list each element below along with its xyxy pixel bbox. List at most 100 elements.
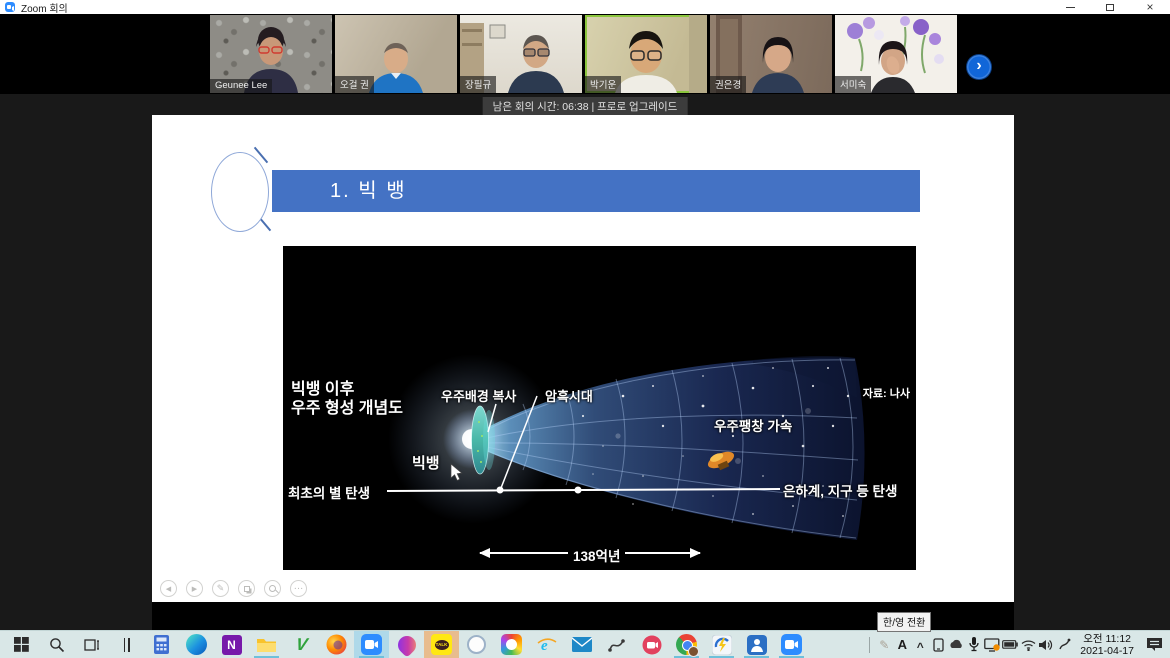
big-bang-diagram-image: 빅뱅 이후 우주 형성 개념도 우주배경 복사 암흑시대 자료: 나사 우주팽창…	[283, 246, 916, 570]
next-participants-button[interactable]	[967, 55, 991, 79]
label-cosmic-background: 우주배경 복사	[441, 386, 516, 405]
meeting-content-area: 남은 회의 시간: 06:38 | 프로로 업그레이드 1. 빅 뱅	[0, 94, 1170, 630]
file-explorer-button[interactable]	[249, 631, 284, 658]
edge-icon	[186, 634, 207, 655]
next-slide-button[interactable]	[186, 580, 203, 597]
onenote-button[interactable]: N	[214, 631, 249, 658]
tray-divider	[869, 637, 870, 653]
display-notification-icon[interactable]	[983, 631, 1001, 658]
participant-video[interactable]: 장필규	[460, 15, 582, 93]
battery-icon[interactable]	[1001, 631, 1019, 658]
participant-name: 서미숙	[835, 76, 871, 93]
device-icon[interactable]	[929, 631, 947, 658]
slides-view-button[interactable]	[238, 580, 255, 597]
minimize-button[interactable]	[1050, 0, 1090, 14]
participant-name: 권은경	[710, 76, 746, 93]
tablet-pen-icon[interactable]: ✎	[875, 631, 893, 658]
previous-slide-button[interactable]	[160, 580, 177, 597]
onenote-icon: N	[222, 635, 242, 655]
windows-taskbar: N V TALK e	[0, 630, 1170, 658]
paint-drop-icon	[394, 632, 419, 657]
ring-app-button[interactable]	[459, 631, 494, 658]
zoom-camera-icon	[781, 634, 802, 655]
video-gallery-strip: Geunee Lee 오걸 권	[0, 14, 1170, 94]
paint-drop-app-button[interactable]	[389, 631, 424, 658]
file-explorer-icon	[256, 636, 277, 653]
meeting-time-banner: 남은 회의 시간: 06:38 | 프로로 업그레이드	[483, 97, 688, 117]
zoom-app-icon	[5, 2, 15, 12]
slide-title-banner: 1. 빅 뱅	[272, 170, 920, 212]
pipes-app-button[interactable]	[109, 631, 144, 658]
zoom-app-button[interactable]	[354, 631, 389, 658]
restore-icon	[1106, 4, 1114, 11]
zoom-slide-button[interactable]	[264, 580, 281, 597]
edge-button[interactable]	[179, 631, 214, 658]
upgrade-link[interactable]: 프로로 업그레이드	[597, 101, 677, 113]
video-thumbnails: Geunee Lee 오걸 권	[210, 15, 957, 93]
firefox-button[interactable]	[319, 631, 354, 658]
ime-indicator[interactable]: A	[893, 631, 911, 658]
slides-icon	[244, 586, 250, 592]
search-button[interactable]	[39, 631, 74, 658]
sign-pen-icon[interactable]	[1055, 631, 1073, 658]
participant-video[interactable]: Geunee Lee	[210, 15, 332, 93]
diagram-heading: 빅뱅 이후 우주 형성 개념도	[291, 380, 403, 418]
microphone-icon[interactable]	[965, 631, 983, 658]
internet-explorer-icon: e	[537, 635, 557, 655]
close-button[interactable]	[1130, 0, 1170, 14]
firefox-icon	[326, 634, 347, 655]
zoom-camera-icon	[361, 634, 382, 655]
zoom-meeting-window: Zoom 회의 Geunee Lee	[0, 0, 1170, 658]
pipes-icon	[124, 638, 130, 652]
v3-icon: V	[294, 635, 308, 655]
slide-title: 1. 빅 뱅	[272, 170, 920, 212]
participant-video[interactable]: 오걸 권	[335, 15, 457, 93]
participant-name: Geunee Lee	[210, 79, 272, 93]
cam-app-button[interactable]	[634, 631, 669, 658]
label-dark-age: 암흑시대	[545, 386, 593, 405]
action-center-button[interactable]	[1141, 631, 1167, 658]
label-galaxy-earth: 은하계, 지구 등 탄생	[783, 480, 897, 500]
task-view-button[interactable]	[74, 631, 109, 658]
tray-date: 2021-04-17	[1080, 645, 1134, 657]
restore-button[interactable]	[1090, 0, 1130, 14]
action-center-icon	[1146, 637, 1163, 652]
window-controls	[1050, 0, 1170, 14]
adobe-cc-icon	[501, 634, 522, 655]
ime-tooltip: 한/영 전환	[877, 612, 931, 632]
kakaotalk-button[interactable]: TALK	[424, 631, 459, 658]
internet-explorer-button[interactable]: e	[529, 631, 564, 658]
lightning-app-button[interactable]	[704, 631, 739, 658]
minimize-icon	[1066, 7, 1075, 8]
lightning-app-icon	[712, 635, 732, 655]
shared-screen-slide: 1. 빅 뱅	[152, 115, 1014, 602]
search-icon	[49, 637, 65, 653]
participant-video-active-speaker[interactable]: 박기운	[585, 15, 707, 93]
participant-video[interactable]: 권은경	[710, 15, 832, 93]
zoom-app-2-button[interactable]	[774, 631, 809, 658]
mail-icon	[572, 637, 592, 652]
chrome-button[interactable]	[669, 631, 704, 658]
kakaotalk-icon: TALK	[431, 634, 452, 655]
volume-icon[interactable]	[1037, 631, 1055, 658]
wifi-icon[interactable]	[1019, 631, 1037, 658]
windows-logo-icon	[14, 637, 29, 652]
pen-tool-button[interactable]	[212, 580, 229, 597]
participant-video[interactable]: 서미숙	[835, 15, 957, 93]
task-view-icon	[84, 638, 100, 652]
more-options-button[interactable]	[290, 580, 307, 597]
window-title: Zoom 회의	[21, 0, 68, 15]
chrome-icon	[676, 634, 697, 655]
v3-app-button[interactable]: V	[284, 631, 319, 658]
calculator-button[interactable]	[144, 631, 179, 658]
mail-button[interactable]	[564, 631, 599, 658]
adobe-cc-button[interactable]	[494, 631, 529, 658]
hidden-icons-chevron[interactable]: ^	[911, 633, 929, 658]
onedrive-cloud-icon[interactable]	[947, 631, 965, 658]
tray-clock[interactable]: 오전 11:12 2021-04-17	[1073, 633, 1141, 657]
start-button[interactable]	[4, 631, 39, 658]
person-app-button[interactable]	[739, 631, 774, 658]
decoration-ellipse	[211, 152, 269, 232]
cam-app-icon	[642, 635, 662, 655]
sharex-button[interactable]	[599, 631, 634, 658]
